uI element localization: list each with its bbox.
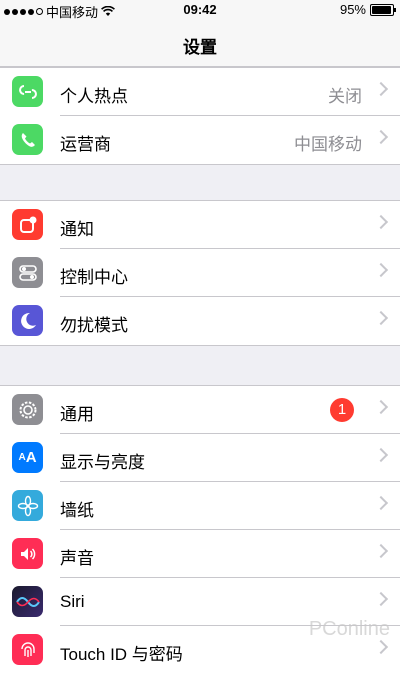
- hotspot-icon: [12, 76, 43, 107]
- row-label: 显示与亮度: [60, 453, 145, 472]
- siri-icon: [12, 586, 43, 617]
- row-label: 通知: [60, 220, 94, 239]
- settings-group-notifications: 通知 控制中心 勿扰模式: [0, 200, 400, 346]
- control-center-icon: [12, 257, 43, 288]
- status-bar: 中国移动 09:42 95%: [0, 0, 400, 20]
- battery-icon: [370, 3, 396, 16]
- row-label: 运营商: [60, 135, 111, 154]
- row-label: Siri: [60, 592, 85, 611]
- settings-row-carrier[interactable]: 运营商 中国移动: [0, 116, 400, 164]
- status-bar-right: 95%: [339, 2, 396, 17]
- settings-row-display-brightness[interactable]: AA 显示与亮度: [0, 434, 400, 482]
- flower-icon: [12, 490, 43, 521]
- page-title: 设置: [183, 38, 217, 57]
- chevron-right-icon: [373, 214, 389, 230]
- text-size-icon: AA: [12, 442, 43, 473]
- watermark: PConline: [308, 618, 390, 640]
- chevron-right-icon: [373, 495, 389, 511]
- update-badge: 1: [330, 398, 354, 422]
- moon-icon: [12, 305, 43, 336]
- chevron-right-icon: [373, 543, 389, 559]
- settings-row-do-not-disturb[interactable]: 勿扰模式: [0, 297, 400, 345]
- row-label: 通用: [60, 405, 94, 424]
- row-label: Touch ID 与密码: [60, 645, 183, 664]
- chevron-right-icon: [373, 591, 389, 607]
- chevron-right-icon: [373, 447, 389, 463]
- notification-icon: [12, 209, 43, 240]
- chevron-right-icon: [373, 639, 389, 655]
- settings-row-personal-hotspot[interactable]: 个人热点 关闭: [0, 68, 400, 116]
- settings-row-sounds[interactable]: 声音: [0, 530, 400, 578]
- row-label: 个人热点: [60, 87, 128, 106]
- chevron-right-icon: [373, 129, 389, 145]
- settings-row-wallpaper[interactable]: 墙纸: [0, 482, 400, 530]
- chevron-right-icon: [373, 399, 389, 415]
- row-label: 墙纸: [60, 501, 94, 520]
- chevron-right-icon: [373, 262, 389, 278]
- fingerprint-icon: [12, 634, 43, 665]
- phone-icon: [12, 124, 43, 155]
- row-label: 勿扰模式: [60, 316, 128, 335]
- chevron-right-icon: [373, 81, 389, 97]
- chevron-right-icon: [373, 310, 389, 326]
- speaker-icon: [12, 538, 43, 569]
- settings-row-general[interactable]: 通用 1: [0, 386, 400, 434]
- gear-icon: [12, 394, 43, 425]
- row-value: 中国移动: [294, 135, 362, 154]
- settings-row-notifications[interactable]: 通知: [0, 201, 400, 249]
- settings-group-network: 个人热点 关闭 运营商 中国移动: [0, 67, 400, 165]
- row-value: 关闭: [328, 87, 362, 106]
- row-label: 声音: [60, 549, 94, 568]
- battery-percent: 95%: [339, 2, 366, 17]
- row-label: 控制中心: [60, 268, 128, 287]
- settings-row-control-center[interactable]: 控制中心: [0, 249, 400, 297]
- navigation-bar: 设置: [0, 20, 400, 67]
